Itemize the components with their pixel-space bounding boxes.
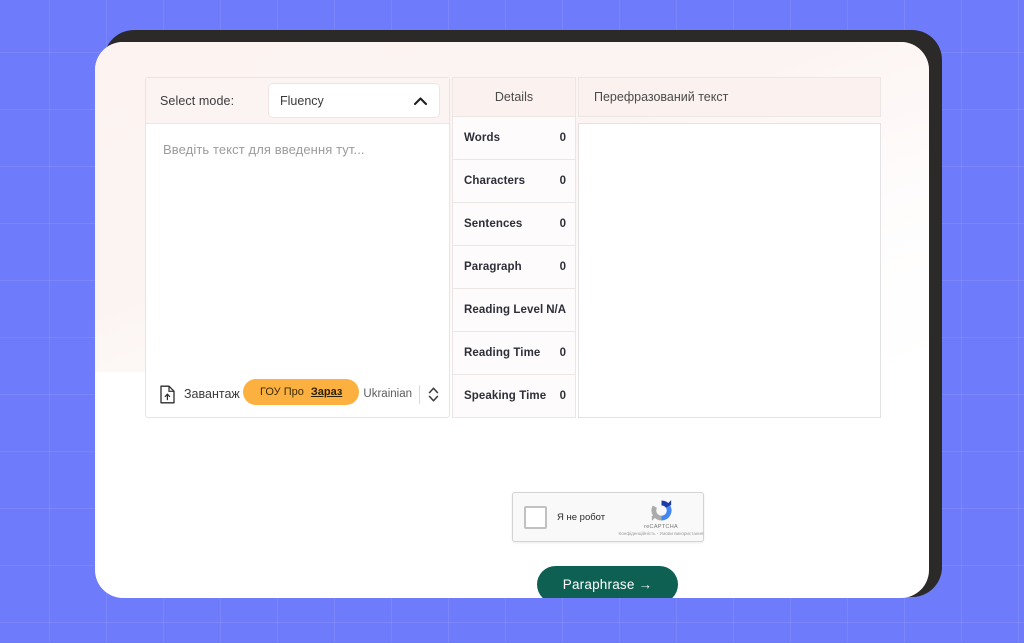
output-panel: Перефразований текст xyxy=(578,77,881,418)
promo-cta-link[interactable]: Зараз xyxy=(311,386,342,398)
detail-key: Paragraph xyxy=(464,261,522,273)
select-mode-label: Select mode: xyxy=(160,93,235,108)
detail-value: 0 xyxy=(559,132,566,144)
detail-value: 0 xyxy=(559,261,566,273)
workspace: Select mode: Fluency Введіть текст для в… xyxy=(145,77,881,418)
detail-key: Speaking Time xyxy=(464,390,547,402)
stepper-divider xyxy=(419,384,420,404)
input-panel: Select mode: Fluency Введіть текст для в… xyxy=(145,77,450,418)
details-header: Details xyxy=(452,77,576,117)
app-card: Select mode: Fluency Введіть текст для в… xyxy=(95,42,929,598)
detail-value: 0 xyxy=(559,218,566,230)
detail-row: Words 0 xyxy=(452,117,576,160)
mode-dropdown[interactable]: Fluency xyxy=(268,83,440,118)
detail-row: Paragraph 0 xyxy=(452,246,576,289)
input-textarea[interactable]: Введіть текст для введення тут... xyxy=(146,124,449,376)
detail-value: 0 xyxy=(559,390,566,402)
recaptcha-label: Я не робот xyxy=(557,511,606,523)
recaptcha-legal-text[interactable]: Конфіденційність - Умови використання xyxy=(619,531,704,536)
details-rows: Words 0 Characters 0 Sentences 0 Paragraph 0 Rea… xyxy=(452,117,576,418)
recaptcha-brand-name: reCAPTCHA xyxy=(644,524,678,530)
input-placeholder: Введіть текст для введення тут... xyxy=(163,142,365,157)
detail-key: Reading Time xyxy=(464,347,541,359)
details-panel: Details Words 0 Characters 0 Sentences 0 Parag… xyxy=(452,77,576,418)
output-header: Перефразований текст xyxy=(578,77,881,117)
promo-badge[interactable]: ГОУ Про Зараз xyxy=(243,379,360,405)
input-toolbar: Завантаж ГОУ Про Зараз Ukrainian xyxy=(146,376,449,412)
chevron-up-icon xyxy=(413,96,428,105)
upload-label: Завантаж xyxy=(184,387,240,401)
file-upload-icon xyxy=(160,385,175,403)
detail-row: Characters 0 xyxy=(452,160,576,203)
recaptcha-logo-icon xyxy=(650,500,672,521)
recaptcha-widget[interactable]: Я не робот reCAPTCHA Конфіденційність - … xyxy=(512,492,704,542)
detail-value: 0 xyxy=(559,175,566,187)
detail-key: Characters xyxy=(464,175,526,187)
upload-document-button[interactable]: Завантаж xyxy=(159,385,240,404)
recaptcha-branding: reCAPTCHA Конфіденційність - Умови викор… xyxy=(619,498,703,536)
output-text-area[interactable] xyxy=(578,123,881,418)
paraphrase-button[interactable]: Paraphrase → xyxy=(537,566,678,598)
detail-key: Words xyxy=(464,132,501,144)
detail-row: Speaking Time 0 xyxy=(452,375,576,418)
detail-key: Sentences xyxy=(464,218,523,230)
recaptcha-checkbox[interactable] xyxy=(524,505,547,529)
detail-row: Sentences 0 xyxy=(452,203,576,246)
mode-dropdown-value: Fluency xyxy=(280,93,324,108)
mode-bar: Select mode: Fluency xyxy=(146,78,449,124)
output-title: Перефразований текст xyxy=(594,90,729,104)
detail-value: N/A xyxy=(546,304,566,316)
detail-row: Reading Level N/A xyxy=(452,289,576,332)
detail-row: Reading Time 0 xyxy=(452,332,576,375)
promo-text: ГОУ Про xyxy=(260,386,304,398)
chevron-up-down-icon[interactable] xyxy=(427,384,440,405)
details-title: Details xyxy=(494,90,534,104)
detail-key: Reading Level xyxy=(464,304,544,316)
language-stepper[interactable]: Ukrainian xyxy=(363,384,443,405)
language-value: Ukrainian xyxy=(363,388,412,400)
detail-value: 0 xyxy=(559,347,566,359)
